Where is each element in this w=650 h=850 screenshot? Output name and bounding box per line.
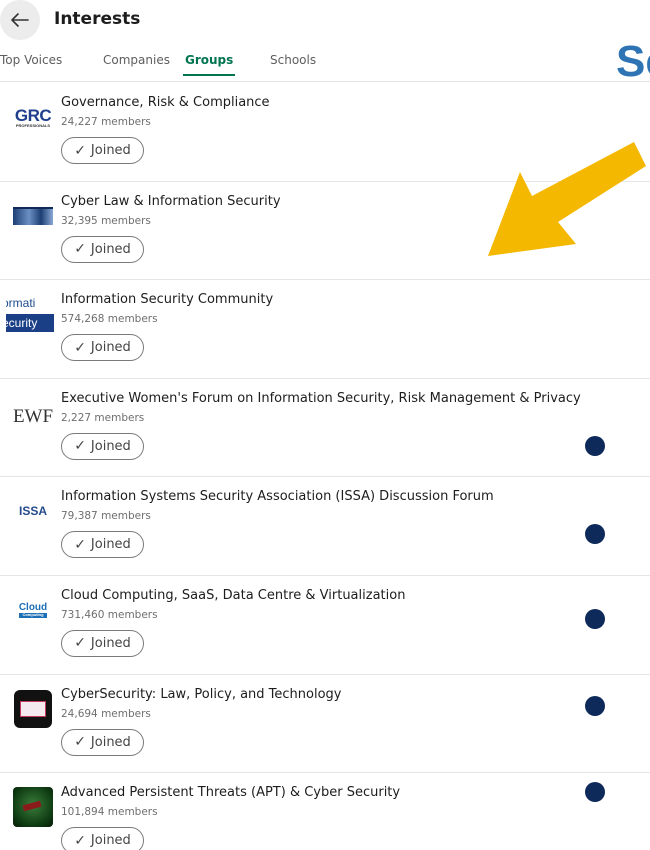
member-count: 32,395 members — [61, 214, 151, 227]
checkmark-icon: ✓ — [74, 536, 86, 553]
arrow-left-icon — [11, 13, 29, 27]
member-count: 24,227 members — [61, 116, 151, 128]
joined-button[interactable]: ✓ Joined — [61, 629, 144, 657]
list-item[interactable]: ISSA Information Systems Security Associ… — [0, 477, 650, 576]
annotation-dot — [585, 609, 605, 629]
checkmark-icon: ✓ — [74, 832, 86, 849]
joined-button[interactable]: ✓ Joined — [61, 137, 144, 164]
group-name[interactable]: Cyber Law & Information Security — [61, 194, 281, 209]
tab-bar: Top Voices Companies Groups Schools — [0, 46, 650, 82]
joined-button[interactable]: ✓ Joined — [61, 827, 144, 850]
joined-button[interactable]: ✓ Joined — [61, 334, 144, 362]
checkmark-icon: ✓ — [74, 241, 86, 258]
annotation-dot — [585, 782, 605, 802]
member-count: 2,227 members — [61, 411, 145, 424]
group-name[interactable]: Information Systems Security Association… — [61, 489, 494, 504]
member-count: 24,694 members — [61, 707, 151, 720]
tab-top-voices[interactable]: Top Voices — [0, 53, 62, 76]
joined-button[interactable]: ✓ Joined — [61, 728, 144, 756]
annotation-arrow-icon — [488, 142, 646, 256]
back-button[interactable] — [0, 0, 40, 40]
group-logo[interactable] — [12, 196, 54, 236]
page-title: Interests — [54, 9, 141, 29]
group-logo[interactable]: Cloud Computing — [12, 590, 54, 630]
member-count: 101,894 members — [61, 806, 158, 819]
list-item[interactable]: Cloud Computing Cloud Computing, SaaS, Da… — [0, 576, 650, 675]
joined-button[interactable]: ✓ Joined — [61, 531, 144, 559]
annotation-dot — [585, 696, 605, 716]
checkmark-icon: ✓ — [74, 142, 86, 159]
group-name[interactable]: Cloud Computing, SaaS, Data Centre & Vir… — [61, 588, 405, 603]
group-logo[interactable] — [12, 787, 54, 828]
list-item[interactable]: ormatiecurity Information Security Commu… — [0, 280, 650, 379]
list-item[interactable]: EWF Executive Women's Forum on Informati… — [0, 379, 650, 478]
group-name[interactable]: Information Security Community — [61, 292, 273, 307]
joined-button[interactable]: ✓ Joined — [61, 432, 144, 460]
group-name[interactable]: Governance, Risk & Compliance — [61, 95, 270, 110]
annotation-dot — [585, 524, 605, 544]
tab-companies[interactable]: Companies — [103, 53, 170, 76]
group-name[interactable]: Executive Women's Forum on Information S… — [61, 391, 581, 406]
group-logo[interactable]: ormatiecurity — [6, 294, 54, 335]
member-count: 731,460 members — [61, 608, 158, 621]
group-name[interactable]: CyberSecurity: Law, Policy, and Technolo… — [61, 687, 342, 702]
list-item[interactable]: Advanced Persistent Threats (APT) & Cybe… — [0, 773, 650, 850]
member-count: 574,268 members — [61, 313, 158, 326]
checkmark-icon: ✓ — [74, 339, 86, 356]
checkmark-icon: ✓ — [74, 734, 86, 751]
tab-groups[interactable]: Groups — [182, 53, 236, 76]
list-item[interactable]: CyberSecurity: Law, Policy, and Technolo… — [0, 675, 650, 774]
group-logo[interactable]: ISSA — [12, 491, 54, 531]
group-logo[interactable]: EWF — [12, 393, 54, 433]
group-logo[interactable] — [12, 689, 54, 729]
group-logo[interactable]: GRC PROFESSIONALS — [12, 97, 54, 137]
member-count: 79,387 members — [61, 510, 151, 523]
checkmark-icon: ✓ — [74, 635, 86, 652]
checkmark-icon: ✓ — [74, 438, 86, 455]
header: Interests — [0, 0, 650, 46]
tab-schools[interactable]: Schools — [270, 53, 316, 76]
annotation-dot — [585, 436, 605, 456]
joined-button[interactable]: ✓ Joined — [61, 235, 144, 263]
group-name[interactable]: Advanced Persistent Threats (APT) & Cybe… — [61, 785, 400, 800]
